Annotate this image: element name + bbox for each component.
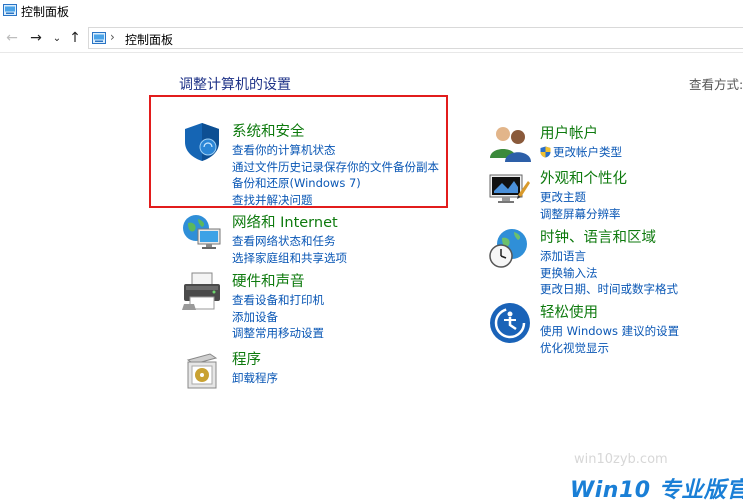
category-title[interactable]: 用户帐户 <box>540 122 598 143</box>
category-links: 使用 Windows 建议的设置 优化视觉显示 <box>540 323 679 356</box>
breadcrumb-control-panel[interactable]: 控制面板 <box>125 31 173 48</box>
category-title[interactable]: 硬件和声音 <box>232 270 305 291</box>
title-bar: 控制面板 <box>0 0 743 22</box>
category-network-internet: 网络和 Internet 查看网络状态和任务 选择家庭组和共享选项 <box>180 211 440 267</box>
ease-of-access-icon[interactable] <box>488 301 532 345</box>
category-links: 更改帐户类型 <box>540 144 622 161</box>
link-screen-resolution[interactable]: 调整屏幕分辨率 <box>540 206 621 223</box>
back-button[interactable]: ← <box>3 28 21 48</box>
view-by-label[interactable]: 查看方式: <box>689 74 743 93</box>
uac-shield-icon <box>540 146 551 158</box>
navigation-bar: ← → ⌄ ↑ › 控制面板 <box>0 24 743 53</box>
link-change-account-type[interactable]: 更改帐户类型 <box>540 144 622 161</box>
display-icon[interactable] <box>488 167 532 211</box>
link-network-status[interactable]: 查看网络状态和任务 <box>232 233 347 250</box>
category-title[interactable]: 轻松使用 <box>540 301 598 322</box>
category-links: 查看网络状态和任务 选择家庭组和共享选项 <box>232 233 347 266</box>
clock-globe-icon[interactable] <box>488 226 532 270</box>
category-links: 卸载程序 <box>232 370 278 387</box>
category-appearance: 外观和个性化 更改主题 调整屏幕分辨率 <box>488 167 728 221</box>
category-title[interactable]: 程序 <box>232 348 261 369</box>
window-title: 控制面板 <box>21 5 70 19</box>
control-panel-icon <box>92 32 106 44</box>
program-box-icon[interactable] <box>180 348 224 392</box>
page-title: 调整计算机的设置 <box>179 77 291 93</box>
link-recommended-settings[interactable]: 使用 Windows 建议的设置 <box>540 323 679 340</box>
address-bar[interactable]: › 控制面板 <box>88 27 743 49</box>
category-title[interactable]: 网络和 Internet <box>232 211 338 232</box>
link-change-input-method[interactable]: 更换输入法 <box>540 265 678 282</box>
highlight-box <box>149 95 448 208</box>
users-icon[interactable] <box>488 122 532 166</box>
category-title[interactable]: 外观和个性化 <box>540 167 627 188</box>
forward-button[interactable]: → <box>27 28 45 48</box>
link-add-device[interactable]: 添加设备 <box>232 309 324 326</box>
category-ease-of-access: 轻松使用 使用 Windows 建议的设置 优化视觉显示 <box>488 301 728 355</box>
category-programs: 程序 卸载程序 <box>180 348 440 392</box>
link-mobility-settings[interactable]: 调整常用移动设置 <box>232 325 324 342</box>
category-hardware-sound: 硬件和声音 查看设备和打印机 添加设备 调整常用移动设置 <box>180 270 440 340</box>
link-add-language[interactable]: 添加语言 <box>540 248 678 265</box>
category-clock-region: 时钟、语言和区域 添加语言 更换输入法 更改日期、时间或数字格式 <box>488 226 738 296</box>
recent-locations-button[interactable]: ⌄ <box>48 28 66 48</box>
printer-icon[interactable] <box>180 270 224 314</box>
link-uninstall-program[interactable]: 卸载程序 <box>232 370 278 387</box>
category-links: 更改主题 调整屏幕分辨率 <box>540 189 621 222</box>
link-optimize-visual[interactable]: 优化视觉显示 <box>540 340 679 357</box>
link-devices-printers[interactable]: 查看设备和打印机 <box>232 292 324 309</box>
link-label: 更改帐户类型 <box>553 145 622 159</box>
watermark-site: win10zyb.com <box>574 452 668 467</box>
network-globe-icon[interactable] <box>180 211 224 255</box>
category-links: 查看设备和打印机 添加设备 调整常用移动设置 <box>232 292 324 342</box>
link-change-theme[interactable]: 更改主题 <box>540 189 621 206</box>
control-panel-icon <box>3 4 17 16</box>
category-user-accounts: 用户帐户 更改帐户类型 <box>488 122 728 166</box>
category-links: 添加语言 更换输入法 更改日期、时间或数字格式 <box>540 248 678 298</box>
up-button[interactable]: ↑ <box>66 28 84 48</box>
link-homegroup-sharing[interactable]: 选择家庭组和共享选项 <box>232 250 347 267</box>
breadcrumb-separator: › <box>110 30 115 44</box>
category-title[interactable]: 时钟、语言和区域 <box>540 226 656 247</box>
watermark-brand: Win10 专业版官网 <box>570 478 743 503</box>
link-date-time-format[interactable]: 更改日期、时间或数字格式 <box>540 281 678 298</box>
